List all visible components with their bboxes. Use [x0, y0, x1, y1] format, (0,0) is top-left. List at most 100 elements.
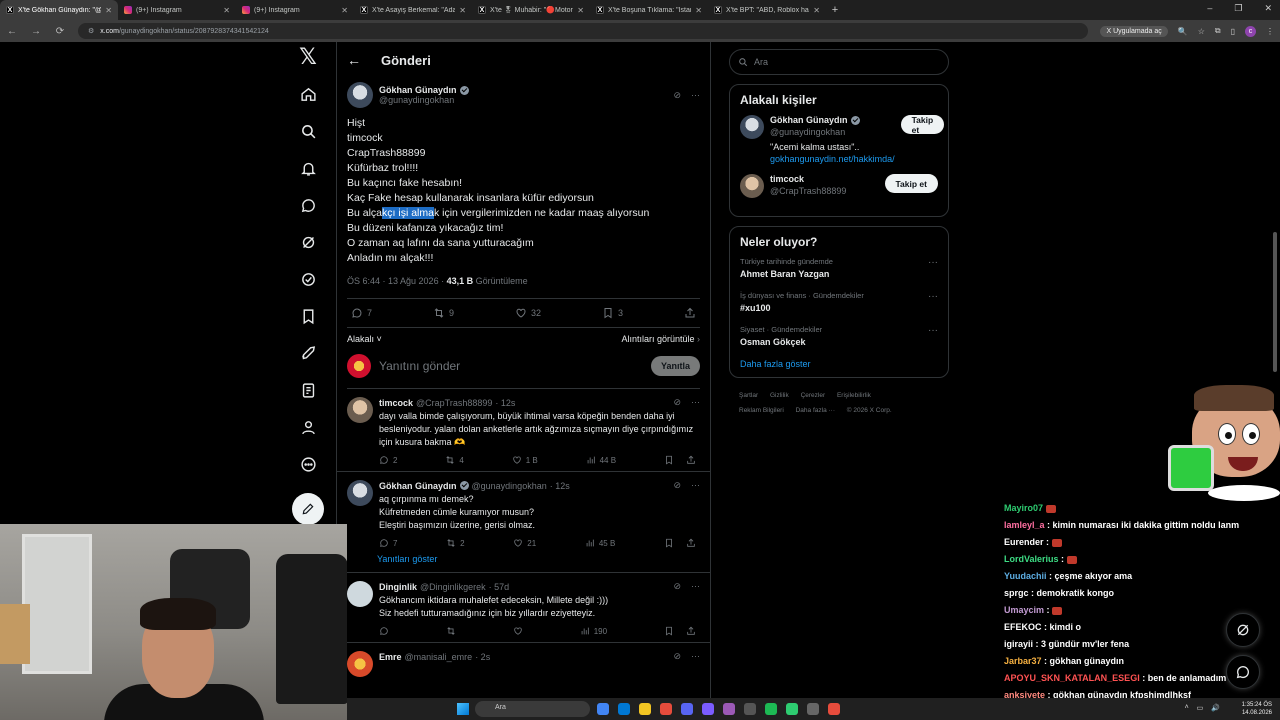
search-input[interactable]: Ara — [729, 49, 949, 75]
reply-avatar[interactable] — [347, 651, 373, 677]
maximize-icon[interactable]: ❐ — [1234, 3, 1242, 14]
more-options-icon[interactable]: ··· — [691, 90, 700, 101]
trend-item[interactable]: Siyaset · Gündemdekiler Osman Gökçek ··· — [740, 325, 938, 347]
reply-action[interactable]: 7 — [351, 307, 372, 319]
views-action[interactable]: 45 B — [585, 538, 615, 548]
more-options-icon[interactable]: ··· — [691, 651, 700, 662]
footer-link[interactable]: Reklam Bilgileri — [739, 407, 784, 414]
app-icon[interactable] — [807, 703, 819, 715]
reply-action[interactable]: 2 — [379, 455, 397, 465]
messages-floating-button[interactable] — [1226, 655, 1260, 689]
browser-tab[interactable]: X X'te Asayiş Berkemal: "Adalet B✕ — [354, 0, 472, 20]
bookmarks-icon[interactable] — [293, 301, 323, 331]
back-icon[interactable]: ← — [6, 26, 18, 37]
reload-icon[interactable]: ⟳ — [54, 26, 66, 37]
person-avatar[interactable] — [740, 115, 764, 139]
start-button[interactable] — [457, 703, 469, 715]
footer-link[interactable]: Şartlar — [739, 392, 758, 399]
person-item[interactable]: timcock @CrapTrash88899 Takip et — [740, 174, 938, 198]
bookmark-action[interactable] — [664, 455, 696, 465]
reply-item[interactable]: Emre @manisali_emre · 2s ⊘ ··· — [337, 643, 710, 683]
lists-icon[interactable] — [293, 375, 323, 405]
open-in-app-button[interactable]: X Uygulamada aç — [1100, 25, 1168, 37]
profile-avatar[interactable]: c — [1245, 25, 1256, 37]
sidebar-icon[interactable]: ▯ — [1231, 27, 1235, 36]
repost-action[interactable]: 4 — [445, 455, 464, 465]
follow-button[interactable]: Takip et — [884, 174, 938, 193]
show-replies-link[interactable]: Yanıtları göster — [337, 554, 710, 573]
home-icon[interactable] — [293, 79, 323, 109]
new-tab-button[interactable]: + — [826, 4, 844, 16]
grok-icon[interactable]: ⊘ — [673, 480, 681, 491]
messages-icon[interactable] — [293, 190, 323, 220]
chat-username[interactable]: Umaycim — [1004, 605, 1044, 615]
chat-username[interactable]: Yuudachii — [1004, 571, 1047, 581]
obs-icon[interactable] — [828, 703, 840, 715]
like-action[interactable]: 1 B — [512, 455, 538, 465]
extensions-icon[interactable]: ⧉ — [1215, 26, 1221, 36]
bookmark-star-icon[interactable]: ☆ — [1198, 27, 1205, 36]
more-options-icon[interactable]: ··· — [691, 581, 700, 592]
bookmark-action[interactable] — [664, 538, 696, 548]
more-options-icon[interactable]: ··· — [691, 397, 700, 408]
tab-close-icon[interactable]: ✕ — [813, 6, 820, 15]
tray-chevron-icon[interactable]: ˄ — [1185, 704, 1189, 712]
reply-handle[interactable]: @CrapTrash88899 — [416, 398, 492, 408]
browser-tab[interactable]: (9+) Instagram ✕ — [118, 0, 236, 20]
reply-submit-button[interactable]: Yanıtla — [650, 356, 700, 376]
follow-button[interactable]: Takip et — [900, 115, 945, 135]
more-options-icon[interactable]: ··· — [691, 480, 700, 491]
bookmark-action[interactable]: 3 — [602, 307, 623, 319]
reply-avatar[interactable] — [347, 480, 373, 506]
trend-item[interactable]: İş dünyası ve finans · Gündemdekiler #xu1… — [740, 291, 938, 313]
repost-action[interactable] — [446, 626, 456, 636]
discord-icon[interactable] — [681, 703, 693, 715]
clock[interactable]: 1:35:24 ÖS 14.08.2026 — [1242, 701, 1272, 717]
chat-username[interactable]: sprgc — [1004, 588, 1029, 598]
reply-author[interactable]: Gökhan Günaydın — [379, 481, 457, 491]
zoom-icon[interactable]: 🔍 — [1178, 27, 1188, 36]
chat-username[interactable]: EFEKOC — [1004, 622, 1042, 632]
tab-close-icon[interactable]: ✕ — [577, 6, 584, 15]
explorer-icon[interactable] — [639, 703, 651, 715]
repost-action[interactable]: 2 — [446, 538, 465, 548]
volume-icon[interactable]: 🔊 — [1211, 704, 1220, 712]
trend-more-icon[interactable]: ··· — [928, 325, 938, 347]
view-quotes-link[interactable]: Alıntıları görüntüle › — [621, 334, 700, 344]
browser-tab[interactable]: X X'te Boşuna Tıklama: "İstanbul ✕ — [590, 0, 708, 20]
jobs-rocket-icon[interactable] — [293, 338, 323, 368]
reply-handle[interactable]: @Dinginlikgerek — [420, 582, 486, 592]
grok-icon[interactable]: ⊘ — [673, 651, 681, 662]
reply-handle[interactable]: @manisali_emre — [405, 652, 473, 662]
taskbar-search[interactable]: Ara — [475, 701, 590, 717]
network-icon[interactable]: ▭ — [1197, 704, 1204, 712]
edge-icon[interactable] — [618, 703, 630, 715]
x-logo-icon[interactable]: 𝕏 — [293, 42, 323, 72]
tab-close-icon[interactable]: ✕ — [223, 6, 230, 15]
trend-item[interactable]: Türkiye tarihinde gündemde Ahmet Baran Ya… — [740, 257, 938, 279]
chat-username[interactable]: Jarbar37 — [1004, 656, 1042, 666]
chat-username[interactable]: Eurender — [1004, 537, 1044, 547]
footer-link[interactable]: Gizlilik — [770, 392, 789, 399]
grok-floating-button[interactable] — [1226, 613, 1260, 647]
back-arrow-icon[interactable]: ← — [347, 52, 361, 68]
reply-input[interactable]: Yanıtını gönder — [379, 359, 643, 373]
like-action[interactable]: 32 — [515, 307, 541, 319]
explore-icon[interactable] — [293, 116, 323, 146]
like-action[interactable] — [513, 626, 523, 636]
reply-item[interactable]: Gökhan Günaydın @gunaydingokhan · 12s ⊘ ··… — [337, 472, 710, 554]
tab-close-icon[interactable]: ✕ — [341, 6, 348, 15]
chat-username[interactable]: APOYU_SKN_KATALAN_ESEGI — [1004, 673, 1140, 683]
tweet-timestamp[interactable]: ÖS 6:44 · 13 Ağu 2026 · — [347, 276, 447, 286]
chrome-icon[interactable] — [597, 703, 609, 715]
person-link[interactable]: gokhangunaydin.net/hakkimda/ — [770, 154, 895, 164]
author-handle[interactable]: @gunaydingokhan — [379, 95, 469, 105]
grok-icon[interactable]: ⊘ — [673, 397, 681, 408]
like-action[interactable]: 21 — [513, 538, 536, 548]
views-action[interactable]: 190 — [580, 626, 607, 636]
spotify-icon[interactable] — [765, 703, 777, 715]
views-action[interactable]: 44 B — [586, 455, 616, 465]
related-dropdown[interactable]: Alakalı ˅ — [347, 334, 382, 344]
reply-author[interactable]: Dinginlik — [379, 582, 417, 592]
notifications-icon[interactable] — [293, 153, 323, 183]
